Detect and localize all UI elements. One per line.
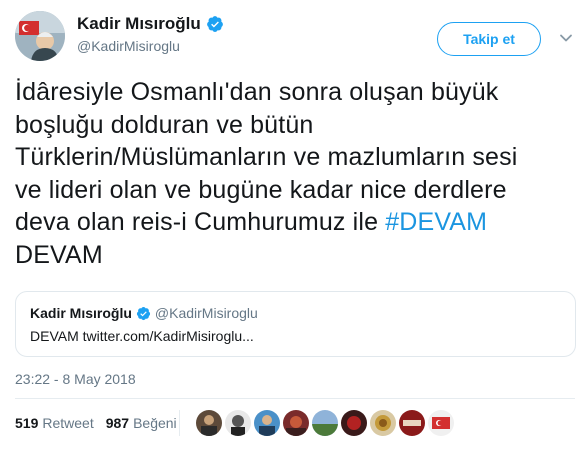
retweet-count: 519 <box>15 415 39 431</box>
tweet-text-line: boşluğu dolduran ve bütün <box>15 110 314 139</box>
author-name-line[interactable]: Kadir Mısıroğlu <box>77 14 224 34</box>
author-avatar[interactable] <box>15 11 65 61</box>
liker-avatar[interactable] <box>225 410 251 436</box>
liker-avatar[interactable] <box>341 410 367 436</box>
liker-avatar[interactable] <box>254 410 280 436</box>
tweet-text-line: deva olan reis-i Cumhurumuz ile <box>15 208 386 236</box>
verified-badge-icon <box>136 306 151 321</box>
liker-avatar[interactable] <box>196 410 222 436</box>
quoted-tweet[interactable]: Kadir Mısıroğlu @KadirMisiroglu DEVAM tw… <box>15 291 576 357</box>
chevron-down-icon[interactable] <box>559 31 573 45</box>
quoted-author-name: Kadir Mısıroğlu <box>30 305 132 321</box>
liker-avatar[interactable] <box>428 410 454 436</box>
like-count: 987 <box>105 415 130 431</box>
quoted-tweet-text: DEVAM twitter.com/KadirMisiroglu... <box>30 328 254 344</box>
retweet-count-link[interactable]: 519 Retweet <box>15 415 94 431</box>
tweet-text-line: Türklerin/Müslümanların ve mazlumların s… <box>15 143 518 171</box>
divider <box>179 410 180 436</box>
tweet-text-line-with-hashtag: deva olan reis-i Cumhurumuz ile #DEVAM <box>15 206 575 239</box>
quoted-author-handle: @KadirMisiroglu <box>154 305 258 321</box>
liker-avatar[interactable] <box>312 410 338 436</box>
tweet-timestamp[interactable]: 23:22 - 8 May 2018 <box>15 371 136 387</box>
liker-avatar[interactable] <box>399 410 425 436</box>
like-label: Beğeni <box>133 415 177 431</box>
tweet-text: İdâresiyle Osmanlı'dan sonra oluşan büyü… <box>15 76 575 271</box>
author-handle[interactable]: @KadirMisiroglu <box>77 38 180 54</box>
tweet-text-line: İdâresiyle Osmanlı'dan sonra oluşan büyü… <box>15 78 499 106</box>
verified-badge-icon <box>206 15 224 33</box>
retweet-label: Retweet <box>42 415 94 431</box>
tweet-stats: 519 Retweet 987 Beğeni <box>15 415 189 431</box>
liker-avatars <box>196 410 454 436</box>
author-display-name[interactable]: Kadir Mısıroğlu <box>77 14 201 34</box>
divider <box>15 398 575 399</box>
liker-avatar[interactable] <box>283 410 309 436</box>
hashtag-link[interactable]: #DEVAM <box>385 208 487 236</box>
follow-button[interactable]: Takip et <box>437 22 541 56</box>
tweet-text-line: ve lideri olan ve bugüne kadar nice derd… <box>15 175 507 204</box>
tweet-card: Kadir Mısıroğlu @KadirMisiroglu Takip et… <box>0 0 587 452</box>
tweet-text-line: DEVAM <box>15 240 103 269</box>
quoted-tweet-header: Kadir Mısıroğlu @KadirMisiroglu <box>30 305 258 321</box>
liker-avatar[interactable] <box>370 410 396 436</box>
like-count-link[interactable]: 987 Beğeni <box>106 415 177 431</box>
